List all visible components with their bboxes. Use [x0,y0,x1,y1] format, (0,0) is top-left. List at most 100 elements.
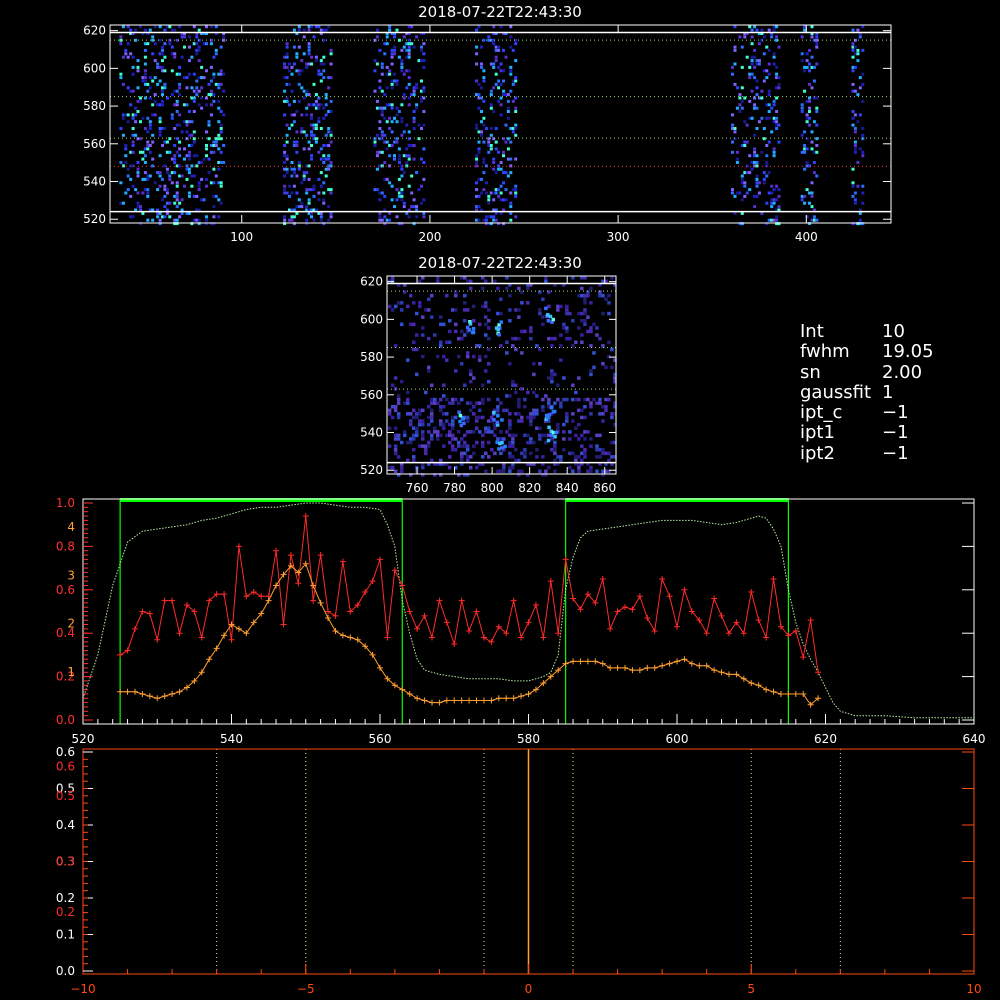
heatmap-pixel [314,59,318,63]
param-row-ipt1: ipt1 −1 [800,423,934,444]
heatmap-pixel [190,55,194,59]
heatmap-pixel [390,415,395,420]
heatmap-pixel [580,408,584,413]
heatmap-pixel [589,286,593,291]
heatmap-pixel [329,130,333,134]
heatmap-pixel [604,365,608,370]
heatmap-pixel [388,69,392,73]
orange-point [243,630,250,637]
heatmap-pixel [514,106,518,110]
heatmap-pixel [767,28,771,32]
heatmap-pixel [517,397,521,402]
heatmap-pixel [810,55,814,59]
heatmap-pixel [300,59,304,63]
heatmap-pixel [805,147,809,151]
heatmap-pixel [187,191,191,195]
heatmap-pixel [740,174,744,178]
param-value: −1 [882,442,909,464]
heatmap-pixel [439,422,443,427]
heatmap-pixel [815,137,819,141]
heatmap-pixel [550,372,554,377]
heatmap-pixel [297,198,301,202]
heatmap-pixel [400,65,404,69]
heatmap-pixel [753,150,757,154]
heatmap-pixel [158,120,162,124]
heatmap-pixel [141,157,145,161]
heatmap-pixel [402,130,406,134]
heatmap-pixel [523,451,527,456]
heatmap-pixel [750,89,754,93]
heatmap-pixel [187,150,191,154]
heatmap-pixel [480,191,483,195]
heatmap-pixel [757,42,761,46]
heatmap-pixel [136,174,140,178]
orange-point [176,688,183,695]
red-point [800,654,807,661]
heatmap-pixel [499,25,503,29]
heatmap-pixel [285,52,289,56]
heatmap-pixel [297,25,301,29]
heatmap-pixel [217,86,221,90]
heatmap-pixel [442,322,446,327]
heatmap-pixel [178,113,182,117]
red-point [117,651,124,658]
heatmap-pixel [480,133,483,137]
heatmap-pixel [517,308,521,312]
heatmap-pixel [400,120,404,124]
heatmap-pixel [511,130,515,134]
heatmap-pixel [767,110,771,113]
heatmap-pixel [580,415,584,420]
red-point [250,588,257,595]
heatmap-pixel [187,110,191,113]
heatmap-pixel [800,59,804,63]
heatmap-pixel [219,184,223,188]
heatmap-pixel [753,103,757,107]
heatmap-pixel [317,69,321,73]
heatmap-pixel [532,412,536,416]
heatmap-pixel [559,304,563,309]
red-point [473,608,480,615]
heatmap-pixel [393,408,398,413]
heatmap-pixel [415,215,419,219]
heatmap-pixel [448,465,452,470]
heatmap-pixel [861,150,865,154]
heatmap-pixel [478,344,482,348]
heatmap-pixel [292,62,296,66]
heatmap-pixel [319,79,323,83]
heatmap-pixel [489,127,493,130]
heatmap-pixel [322,154,326,158]
heatmap-pixel [484,469,488,473]
heatmap-pixel [180,130,184,134]
heatmap-pixel [418,422,422,427]
heatmap-pixel [803,69,807,73]
heatmap-pixel [129,194,133,198]
heatmap-pixel [553,440,557,445]
heatmap-pixel [484,322,488,327]
heatmap-pixel [285,140,289,144]
heatmap-pixel [156,82,160,86]
heatmap-pixel [765,76,769,80]
heatmap-pixel [153,181,157,185]
heatmap-pixel [190,144,194,147]
heatmap-pixel [508,394,512,398]
heatmap-pixel [514,412,518,416]
heatmap-pixel [492,110,496,113]
heatmap-pixel [205,103,208,107]
heatmap-pixel [583,430,587,434]
orange-point [466,697,473,704]
heatmap-pixel [478,430,482,434]
heatmap-pixel [853,127,857,130]
heatmap-pixel [393,437,398,441]
heatmap-pixel [775,215,779,219]
heatmap-pixel [466,415,470,420]
heatmap-pixel [420,99,423,103]
heatmap-pixel [492,161,496,164]
orange-point [770,688,777,695]
heatmap-pixel [187,72,191,76]
heatmap-pixel [514,59,518,63]
heatmap-pixel [158,25,162,29]
heatmap-pixel [538,426,542,430]
heatmap-pixel [529,437,533,441]
heatmap-pixel [481,401,485,405]
heatmap-pixel [553,458,557,463]
